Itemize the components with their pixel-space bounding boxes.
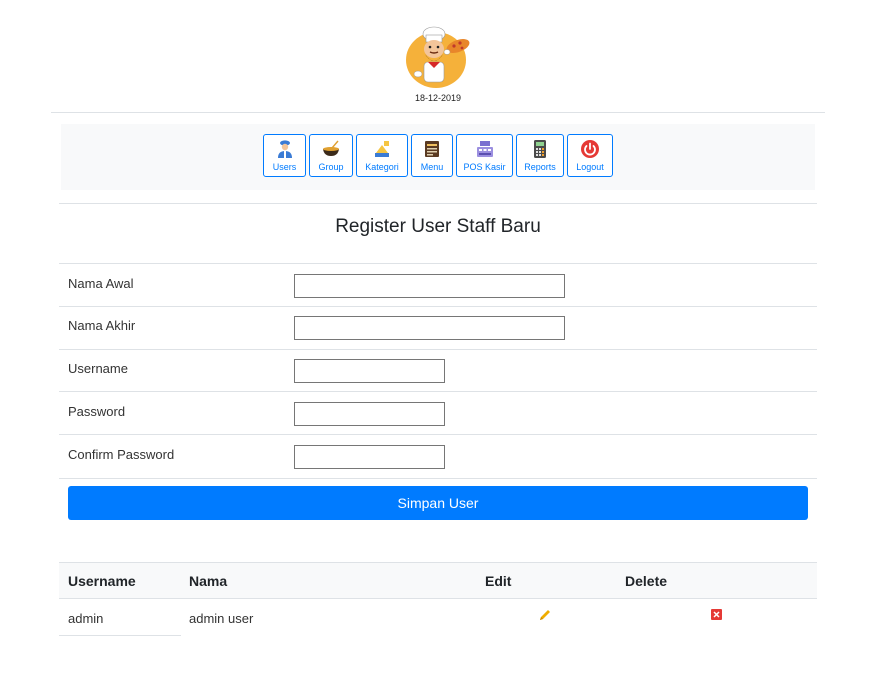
- cell-username: admin: [68, 611, 104, 626]
- column-header-delete: Delete: [625, 573, 668, 589]
- nav-reports-label: Reports: [524, 162, 556, 172]
- nav-menu-label: Menu: [420, 162, 444, 172]
- nav-menu-button[interactable]: Menu: [411, 134, 453, 177]
- calculator-icon: [534, 140, 546, 158]
- form-row-username: Username: [59, 349, 817, 393]
- cell-nama: admin user: [189, 611, 254, 626]
- nama-akhir-label: Nama Akhir: [68, 318, 136, 333]
- current-date: 18-12-2019: [414, 93, 462, 103]
- confirm-password-input[interactable]: [294, 445, 445, 469]
- edit-pencil-icon[interactable]: [538, 608, 552, 622]
- nama-awal-input[interactable]: [294, 274, 565, 298]
- section-divider: [59, 203, 817, 204]
- form-title: Register User Staff Baru: [335, 216, 541, 237]
- column-header-edit: Edit: [485, 573, 512, 589]
- nav-logout-label: Logout: [576, 162, 604, 172]
- nama-awal-label: Nama Awal: [68, 276, 134, 291]
- nav-group-button[interactable]: Group: [309, 134, 353, 177]
- nav-reports-button[interactable]: Reports: [516, 134, 564, 177]
- nav-pos-kasir-label: POS Kasir: [463, 162, 506, 172]
- bowl-icon: [323, 140, 339, 156]
- form-row-confirm-password: Confirm Password: [59, 434, 817, 479]
- menu-book-icon: [425, 141, 439, 157]
- nav-kategori-label: Kategori: [365, 162, 399, 172]
- column-header-nama: Nama: [189, 573, 228, 589]
- nav-users-button[interactable]: Users: [263, 134, 306, 177]
- form-row-nama-awal: Nama Awal: [59, 263, 817, 307]
- main-nav: Users Group Kategori Menu POS Kasir Repo…: [263, 134, 613, 177]
- category-icon: [375, 141, 389, 157]
- confirm-password-label: Confirm Password: [68, 447, 175, 462]
- table-header: Username Nama Edit Delete: [59, 562, 817, 599]
- header-divider: [51, 112, 825, 113]
- nav-kategori-button[interactable]: Kategori: [356, 134, 408, 177]
- password-label: Password: [68, 404, 126, 419]
- username-label: Username: [68, 361, 128, 376]
- nama-akhir-input[interactable]: [294, 316, 565, 340]
- password-input[interactable]: [294, 402, 445, 426]
- chef-logo: [406, 26, 470, 88]
- column-header-username: Username: [68, 573, 136, 589]
- form-row-password: Password: [59, 391, 817, 435]
- delete-icon[interactable]: [711, 609, 722, 620]
- nav-group-label: Group: [318, 162, 344, 172]
- user-staff-icon: [277, 140, 292, 158]
- cash-register-icon: [476, 141, 493, 157]
- username-input[interactable]: [294, 359, 445, 383]
- power-icon: [581, 140, 599, 158]
- nav-users-label: Users: [272, 162, 297, 172]
- simpan-user-button[interactable]: Simpan User: [68, 486, 808, 520]
- form-row-nama-akhir: Nama Akhir: [59, 306, 817, 350]
- row-divider: [59, 635, 181, 636]
- nav-logout-button[interactable]: Logout: [567, 134, 613, 177]
- nav-pos-kasir-button[interactable]: POS Kasir: [456, 134, 513, 177]
